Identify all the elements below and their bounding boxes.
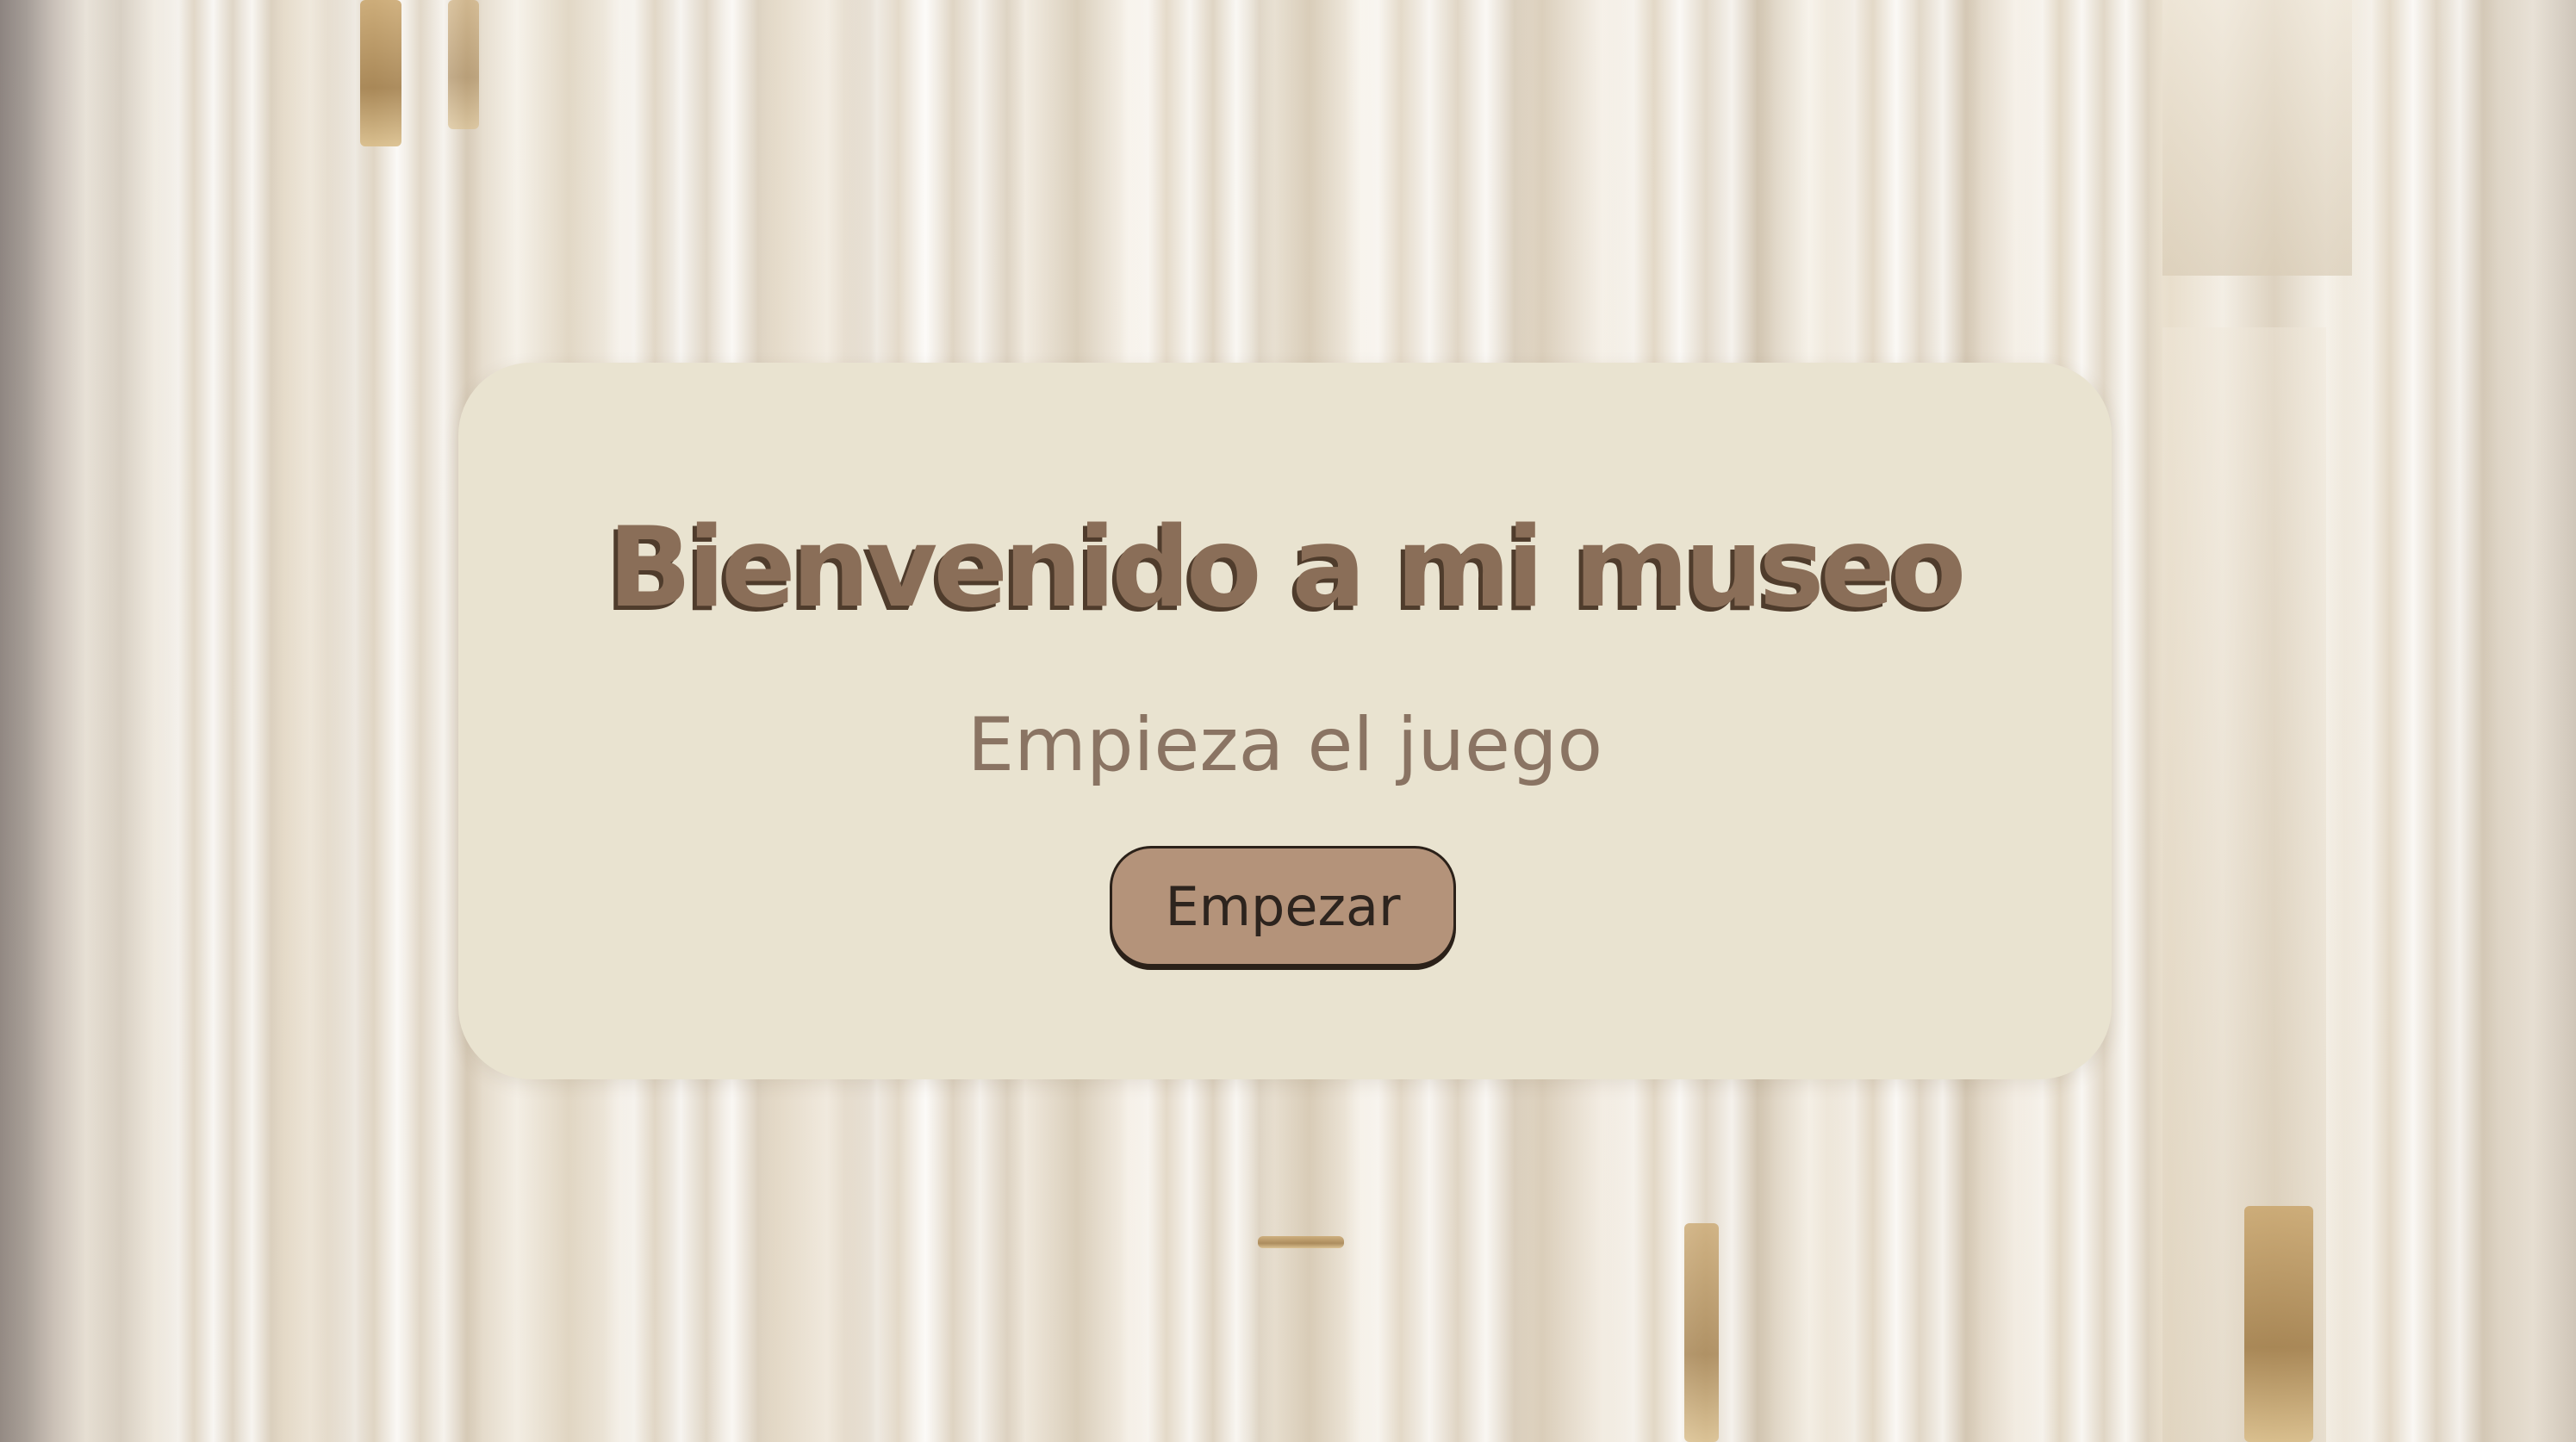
gold-ornament-left (360, 0, 401, 146)
page-title: Bienvenido a mi museo (607, 504, 1967, 632)
welcome-card: Bienvenido a mi museo Empieza el juego E… (458, 363, 2112, 1079)
start-button[interactable]: Empezar (1110, 846, 1456, 967)
gold-rope-post (1684, 1223, 1719, 1442)
gold-ornament-top (448, 0, 479, 129)
architrave (2162, 0, 2352, 276)
column-1 (155, 0, 284, 1442)
subtitle: Empieza el juego (967, 702, 1603, 788)
column-10 (2343, 0, 2498, 1442)
gold-rail (1258, 1236, 1344, 1248)
gold-statue (2244, 1206, 2313, 1442)
